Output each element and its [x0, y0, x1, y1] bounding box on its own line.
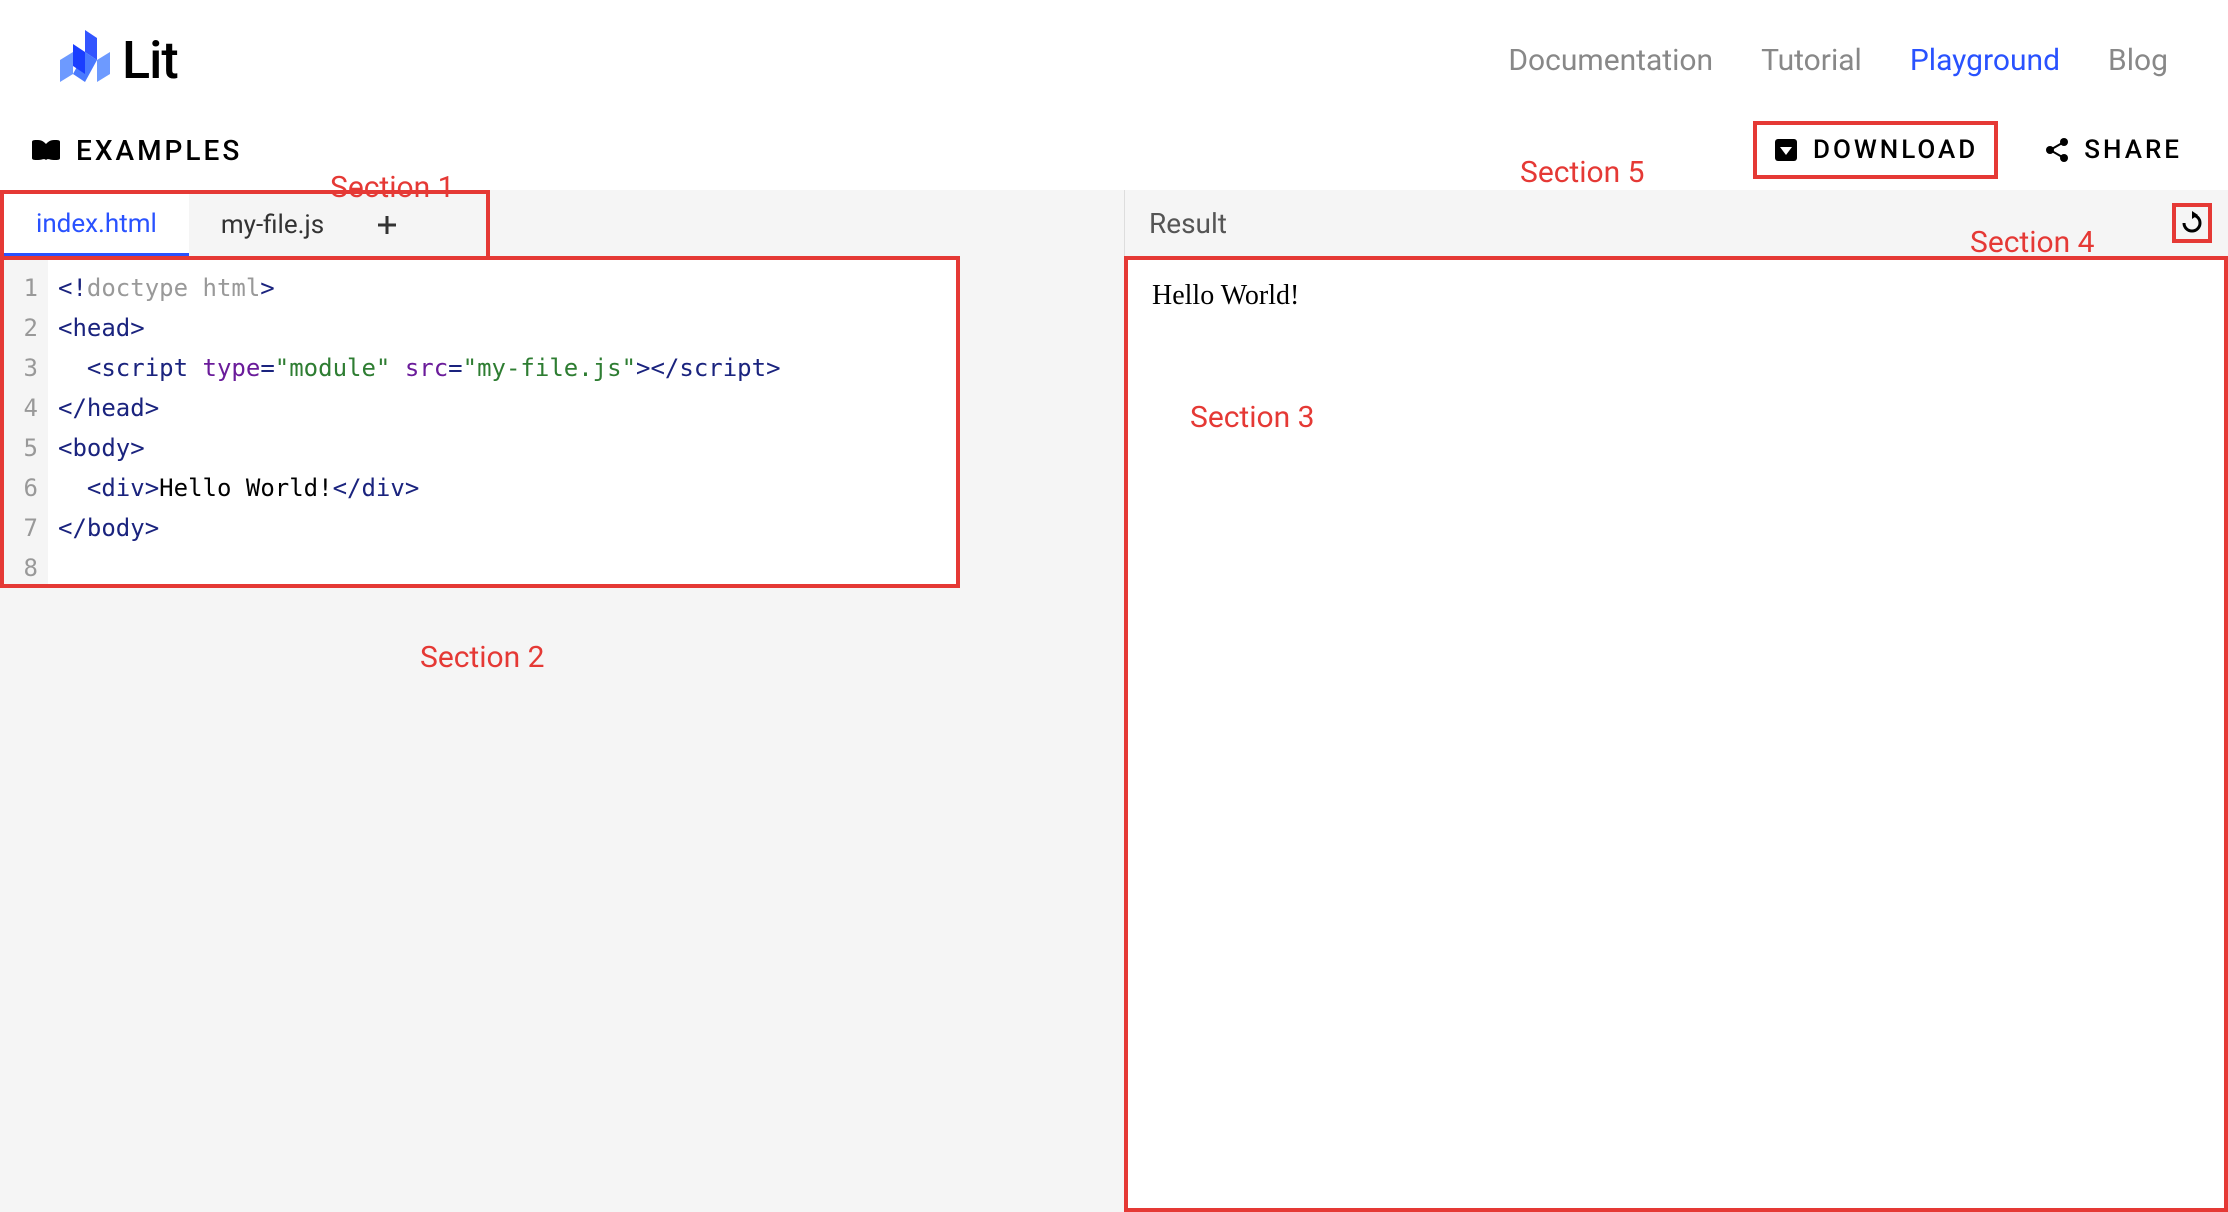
tab-index-html[interactable]: index.html	[4, 194, 189, 256]
nav-playground[interactable]: Playground	[1910, 43, 2060, 78]
share-label: SHARE	[2084, 135, 2182, 165]
add-tab-button[interactable]	[356, 205, 418, 245]
nav-tutorial[interactable]: Tutorial	[1761, 43, 1862, 78]
nav-blog[interactable]: Blog	[2108, 43, 2168, 78]
examples-button[interactable]: EXAMPLES	[30, 134, 242, 167]
refresh-button[interactable]	[2172, 203, 2212, 243]
file-tabs: index.html my-file.js	[0, 190, 490, 256]
code-content[interactable]: <!doctype html><head> <script type="modu…	[48, 260, 956, 584]
share-button[interactable]: SHARE	[2028, 125, 2198, 175]
logo-text: Lit	[122, 30, 178, 91]
workspace: index.html my-file.js 12345678 <!doctype…	[0, 190, 2228, 1212]
result-header: Result	[1124, 190, 2228, 256]
result-title: Result	[1149, 207, 1227, 240]
tab-my-file-js[interactable]: my-file.js	[189, 194, 356, 256]
plus-icon	[376, 214, 398, 236]
main-nav: Documentation Tutorial Playground Blog	[1508, 43, 2168, 78]
editor-pane: index.html my-file.js 12345678 <!doctype…	[0, 190, 1124, 1212]
download-button[interactable]: DOWNLOAD	[1753, 121, 1998, 179]
download-label: DOWNLOAD	[1813, 135, 1978, 165]
logo[interactable]: Lit	[60, 30, 178, 91]
book-icon	[30, 138, 62, 162]
refresh-icon	[2180, 211, 2204, 235]
site-header: Lit Documentation Tutorial Playground Bl…	[0, 0, 2228, 110]
code-editor[interactable]: 12345678 <!doctype html><head> <script t…	[0, 256, 960, 588]
result-text: Hello World!	[1152, 280, 1299, 311]
result-output: Hello World!	[1124, 256, 2228, 1212]
share-icon	[2044, 137, 2070, 163]
line-gutter: 12345678	[4, 260, 48, 584]
download-icon	[1773, 137, 1799, 163]
playground-toolbar: EXAMPLES DOWNLOAD SHARE	[0, 110, 2228, 190]
lit-logo-icon	[60, 30, 110, 90]
nav-documentation[interactable]: Documentation	[1508, 43, 1713, 78]
examples-label: EXAMPLES	[76, 134, 242, 167]
result-pane: Result Hello World!	[1124, 190, 2228, 1212]
